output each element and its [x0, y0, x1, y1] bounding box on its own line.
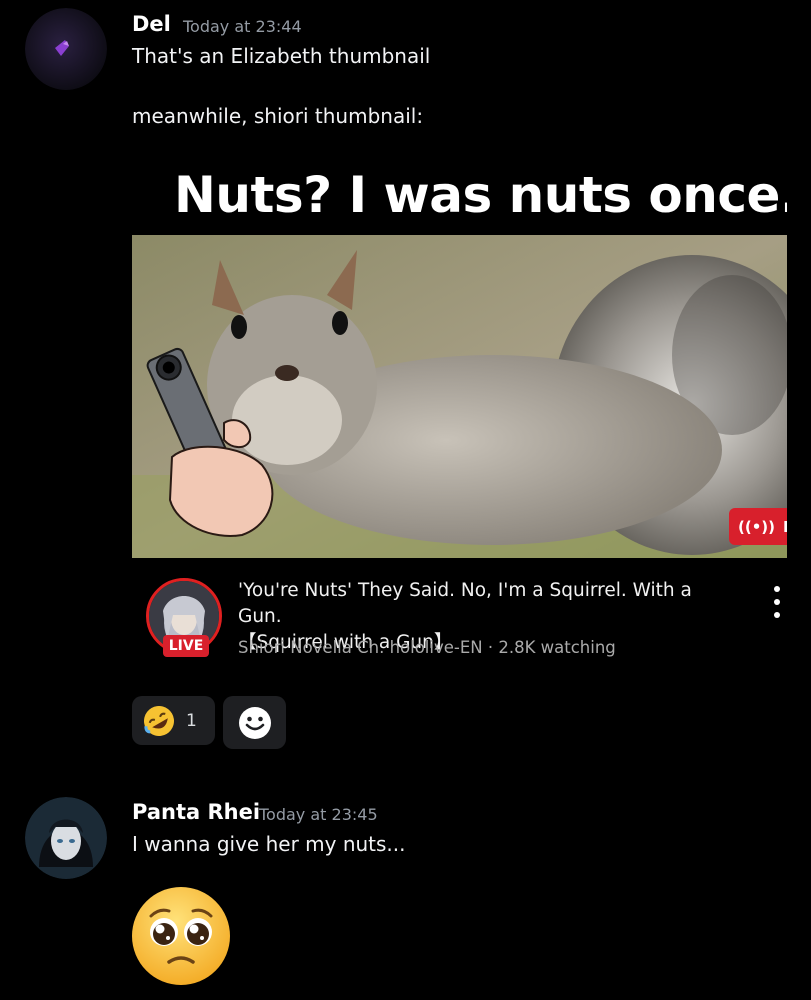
add-reaction-button[interactable]: [223, 696, 286, 749]
message-text: I wanna give her my nuts...: [132, 832, 406, 856]
video-title-line: 'You're Nuts' They Said. No, I'm a Squir…: [238, 580, 692, 627]
message-timestamp: Today at 23:45: [259, 805, 378, 824]
channel-avatar[interactable]: LIVE: [146, 578, 226, 658]
message-timestamp: Today at 23:44: [183, 17, 302, 36]
rolling-on-floor-laughing-icon: [144, 705, 174, 736]
live-badge: LIVE: [163, 635, 209, 657]
more-options-icon[interactable]: [770, 586, 784, 618]
reaction-count: 1: [186, 710, 197, 731]
pleading-face-emoji: [131, 886, 231, 986]
reaction-rolling-laughing[interactable]: 1: [132, 696, 215, 745]
squirrel-image: [132, 235, 787, 558]
thumbnail-title: Nuts? I was nuts once.: [174, 166, 787, 224]
avatar-image: [25, 797, 107, 879]
message-text: That's an Elizabeth thumbnail: [132, 44, 431, 68]
video-thumbnail[interactable]: Nuts? I was nuts once. ((•)): [132, 160, 787, 558]
smiley-icon: [238, 706, 271, 739]
avatar-del[interactable]: [25, 8, 107, 90]
avatar-image: [25, 8, 107, 90]
pleading-face-icon: [132, 887, 230, 985]
avatar-panta-rhei[interactable]: [25, 797, 107, 879]
broadcast-icon: ((•)): [738, 517, 776, 536]
message-author[interactable]: Panta Rhei: [132, 800, 260, 824]
channel-meta[interactable]: Shiori Novella Ch. hololive-EN · 2.8K wa…: [238, 638, 616, 657]
message-text: meanwhile, shiori thumbnail:: [132, 104, 424, 128]
message-author[interactable]: Del: [132, 12, 171, 36]
live-indicator: ((•)) LI: [729, 508, 787, 545]
